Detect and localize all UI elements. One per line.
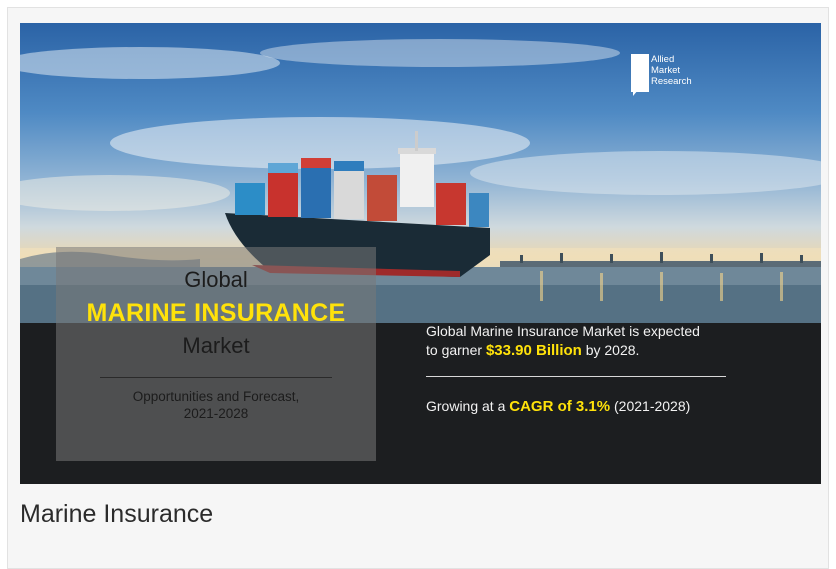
stat-divider — [426, 376, 726, 377]
market-size-prefix: to garner — [426, 342, 486, 358]
market-size-value: $33.90 Billion — [485, 342, 582, 359]
logo-badge-icon — [631, 54, 649, 96]
image-caption: Marine Insurance — [20, 500, 214, 528]
market-size-statement: Global Marine Insurance Market is expect… — [426, 322, 700, 360]
logo-line-2: Market — [651, 65, 681, 76]
title-panel: Global MARINE INSURANCE Market Opportuni… — [56, 247, 376, 461]
cagr-statement: Growing at a CAGR of 3.1% (2021-2028) — [426, 398, 690, 415]
cagr-value: CAGR of 3.1% — [509, 398, 611, 415]
cagr-prefix: Growing at a — [426, 398, 510, 414]
title-suffix: Market — [182, 333, 250, 358]
title-main: MARINE INSURANCE — [86, 299, 346, 327]
market-size-line-2: to garner $33.90 Billion by 2028. — [426, 341, 700, 360]
logo-line-3: Research — [651, 76, 692, 87]
allied-market-research-logo: Allied Market Research — [631, 54, 701, 98]
market-size-suffix: by 2028. — [581, 342, 640, 358]
cagr-suffix: (2021-2028) — [610, 398, 691, 414]
logo-line-1: Allied — [651, 54, 675, 65]
subtitle-line-2: 2021-2028 — [183, 406, 249, 421]
subtitle: Opportunities and Forecast, 2021-2028 — [56, 388, 376, 422]
title-divider — [100, 377, 332, 378]
title-prefix: Global — [184, 267, 248, 292]
subtitle-line-1: Opportunities and Forecast, — [132, 389, 300, 404]
market-size-line-1: Global Marine Insurance Market is expect… — [426, 323, 700, 339]
